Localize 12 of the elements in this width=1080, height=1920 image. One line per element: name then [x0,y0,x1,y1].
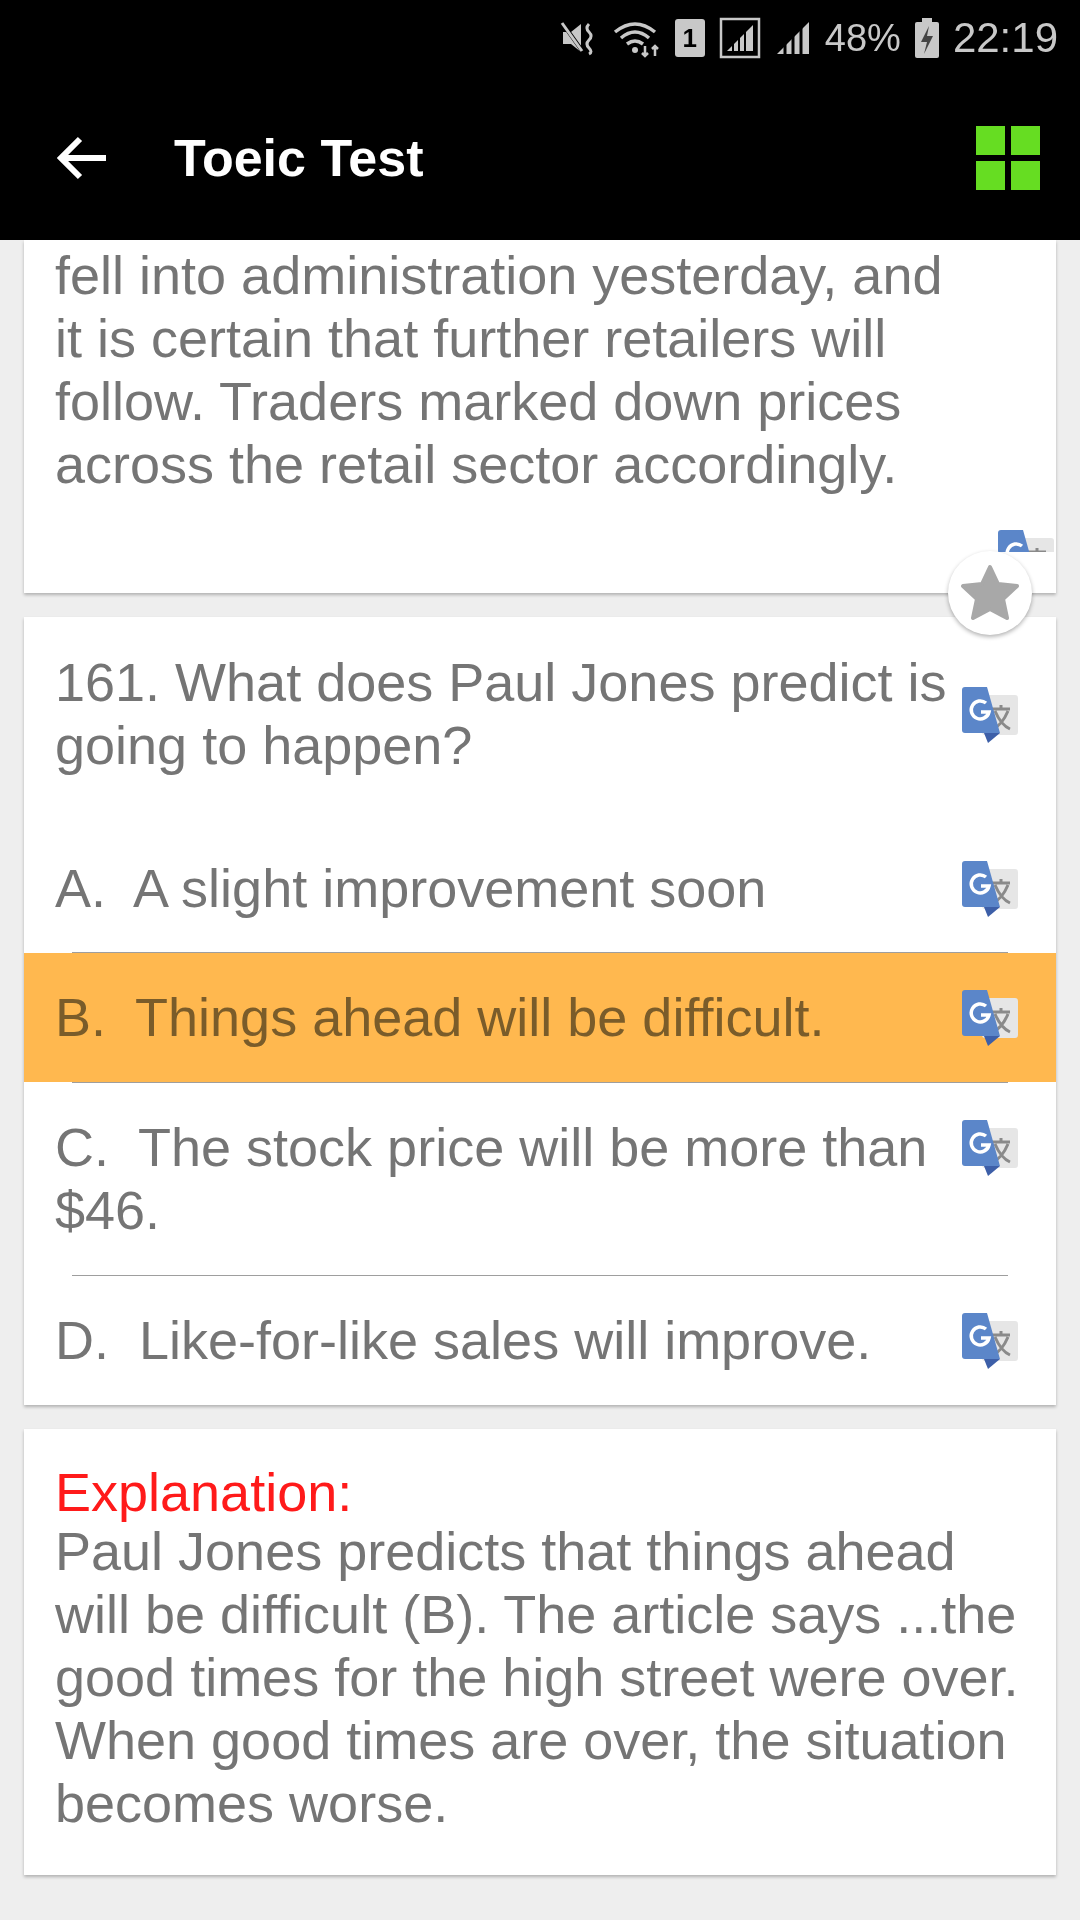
explanation-heading: Explanation: [55,1465,354,1520]
passage-text: fell into administration yesterday, and it is certain that further retailers will follow. Traders marked down prices across the retail sector accordingly. [55,244,944,496]
clock-time: 22:19 [952,16,1058,59]
toolbar-title: Toeic Test [174,127,424,189]
answer-option[interactable]: C. The stock price will be more than $46. [24,1083,1056,1275]
question-text: 161. What does Paul Jones predict is going to happen? [55,651,948,777]
sim-card-icon: 1 [674,18,705,57]
battery-percentage: 48% [824,18,901,57]
answer-option[interactable]: B. Things ahead will be difficult. [24,953,1056,1082]
explanation-text: Paul Jones predicts that things ahead will be difficult (B). The article says ...the good times for the high street were over. When good times are over, the situation becomes worse. [55,1521,1020,1835]
answer-option[interactable]: D. Like-for-like sales will improve. [24,1276,1056,1405]
answer-option[interactable]: A. A slight improvement soon [24,847,1056,952]
